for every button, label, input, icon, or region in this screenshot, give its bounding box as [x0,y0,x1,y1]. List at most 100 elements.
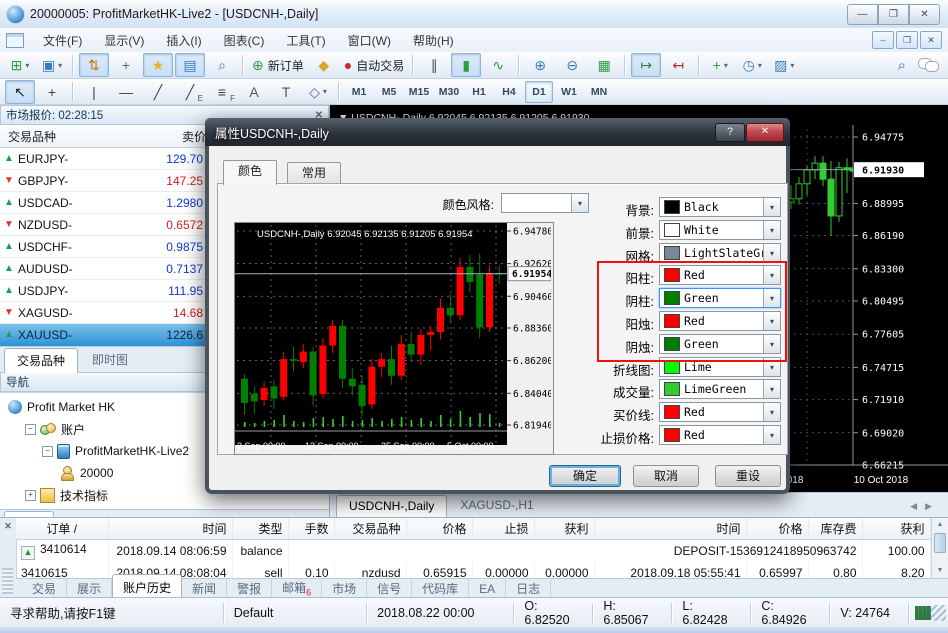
crosshair-button[interactable]: + [37,80,67,104]
account-history-table[interactable]: 订单 /时间类型手数交易品种价格止损获利时间价格库存费获利▲3410614201… [16,518,932,578]
tab-交易品种[interactable]: 交易品种 [4,348,78,373]
cancel-button[interactable]: 取消 [633,465,699,487]
tab-展示[interactable]: 展示 [67,578,112,599]
menu-item-2[interactable]: 显示(V) [93,29,155,52]
column-header[interactable]: 止损 [472,518,534,540]
arrows-tool-button[interactable]: ◇▾ [303,80,333,104]
strategy-tester-button[interactable]: ⌕ [207,53,237,77]
tab-XAGUSD-,H1[interactable]: XAGUSD-,H1 [447,494,546,517]
color-select-6[interactable]: Green▾ [659,334,781,354]
color-select-10[interactable]: Red▾ [659,425,781,445]
resize-grip[interactable] [931,605,946,621]
dialog-help-button[interactable]: ? [715,123,745,142]
timeframe-M1[interactable]: M1 [345,81,373,103]
status-profile[interactable]: Default [224,603,367,623]
color-select-9[interactable]: Red▾ [659,402,781,422]
shift-chart-button[interactable]: ↦ [631,53,661,77]
column-header[interactable]: 类型 [232,518,288,540]
autotrade-button[interactable]: ●自动交易 [341,53,407,77]
cursor-button[interactable]: ↖ [5,80,35,104]
market-watch-toggle-button[interactable]: ⇅ [79,53,109,77]
chevron-down-icon[interactable]: ▾ [763,312,780,330]
column-header[interactable]: 时间 [594,518,746,540]
history-table[interactable]: 订单 /时间类型手数交易品种价格止损获利时间价格库存费获利▲3410614201… [16,518,931,578]
tab-colors[interactable]: 颜色 [223,160,277,185]
scrollbar-thumb[interactable] [934,533,946,553]
column-header[interactable]: 获利 [534,518,594,540]
templates-button[interactable]: ▨▾ [769,53,799,77]
scroll-down-icon[interactable]: ▼ [932,564,948,578]
search-icon[interactable]: ⌕ [898,57,906,74]
text-button[interactable]: A [239,80,269,104]
timeframe-D1[interactable]: D1 [525,81,553,103]
vertical-line-button[interactable]: | [79,80,109,104]
mdi-close-button[interactable]: ✕ [920,31,942,49]
symbol-column-header[interactable]: 交易品种 [0,128,158,145]
menu-item-6[interactable]: 窗口(W) [337,29,402,52]
column-header[interactable]: 价格 [406,518,472,540]
chevron-down-icon[interactable]: ▾ [763,221,780,239]
color-select-4[interactable]: Green▾ [659,288,781,308]
profiles-button[interactable]: ▣▾ [37,53,67,77]
menu-item-1[interactable]: 文件(F) [32,29,93,52]
tab-信号[interactable]: 信号 [367,578,412,599]
color-select-3[interactable]: Red▾ [659,265,781,285]
auto-scroll-button[interactable]: ↤ [663,53,693,77]
timeframe-MN[interactable]: MN [585,81,613,103]
periods-button[interactable]: ◷▾ [737,53,767,77]
table-row[interactable]: ▲34106142018.09.14 08:06:59balanceDEPOSI… [16,540,930,563]
menu-item-4[interactable]: 图表(C) [213,29,276,52]
tab-即时图[interactable]: 即时图 [79,347,141,372]
column-header[interactable]: 时间 [108,518,232,540]
dialog-close-button[interactable]: ✕ [746,123,784,142]
tab-交易[interactable]: 交易 [22,578,67,599]
zoom-in-button[interactable]: ⊕ [525,53,555,77]
child-window-icon[interactable] [6,33,24,48]
column-header[interactable]: 手数 [288,518,334,540]
dialog-titlebar[interactable]: 属性USDCNH-,Daily ? ✕ [205,118,790,146]
timeframe-W1[interactable]: W1 [555,81,583,103]
color-select-5[interactable]: Red▾ [659,311,781,331]
terminal-close-icon[interactable]: ✕ [0,518,16,532]
trendline-button[interactable]: ╱ [143,80,173,104]
timeframe-M5[interactable]: M5 [375,81,403,103]
collapse-icon[interactable]: − [42,446,53,457]
timeframe-H1[interactable]: H1 [465,81,493,103]
titlebar[interactable]: 20000005: ProfitMarketHK-Live2 - [USDCNH… [0,0,948,29]
scroll-up-icon[interactable]: ▲ [932,518,948,532]
mdi-minimize-button[interactable]: – [872,31,894,49]
indicators-button[interactable]: +▾ [705,53,735,77]
mdi-restore-button[interactable]: ❐ [896,31,918,49]
zoom-out-button[interactable]: ⊖ [557,53,587,77]
horizontal-line-button[interactable]: — [111,80,141,104]
tab-scroll-arrows[interactable]: ◀▶ [910,501,940,512]
menu-item-5[interactable]: 工具(T) [275,29,336,52]
column-header[interactable]: 订单 / [16,518,108,540]
expand-icon[interactable]: + [25,490,36,501]
tab-市场[interactable]: 市场 [322,578,367,599]
close-button[interactable]: ✕ [909,4,940,25]
terminal-scrollbar[interactable]: ▲ ▼ [931,518,948,578]
chevron-down-icon[interactable]: ▾ [763,358,780,376]
tab-EA[interactable]: EA [469,580,506,598]
ok-button[interactable]: 确定 [549,465,621,487]
data-window-button[interactable]: + [111,53,141,77]
menu-item-3[interactable]: 插入(I) [155,29,212,52]
terminal-grip[interactable] [2,568,13,594]
fibonacci-button[interactable]: ≡F [207,80,237,104]
bid-column-header[interactable]: 卖价 [158,128,206,145]
metaeditor-button[interactable]: ◆ [309,53,339,77]
navigator-toggle-button[interactable]: ★ [143,53,173,77]
timeframe-M30[interactable]: M30 [435,81,463,103]
candle-chart-mode-button[interactable]: ▮ [451,53,481,77]
chat-icon[interactable] [918,58,938,72]
new-chart-button[interactable]: ⊞▾ [5,53,35,77]
equidistant-channel-button[interactable]: ╱E [175,80,205,104]
color-select-7[interactable]: Lime▾ [659,357,781,377]
tab-common[interactable]: 常用 [287,162,341,184]
chevron-down-icon[interactable]: ▾ [763,266,780,284]
line-chart-mode-button[interactable]: ∿ [483,53,513,77]
reset-button[interactable]: 重设 [715,465,781,487]
tab-警报[interactable]: 警报 [227,578,272,599]
timeframe-H4[interactable]: H4 [495,81,523,103]
